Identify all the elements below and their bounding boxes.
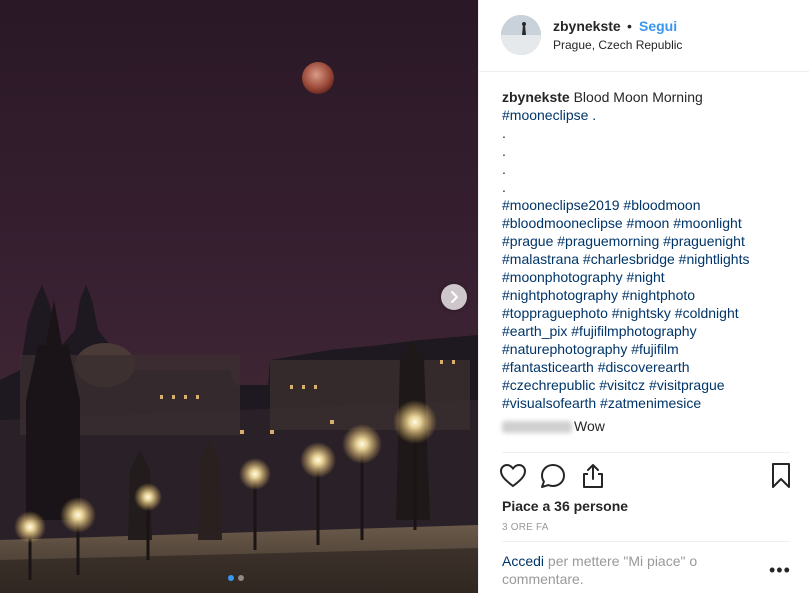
likes-count[interactable]: Piace a 36 persone bbox=[502, 498, 628, 514]
post-location[interactable]: Prague, Czech Republic bbox=[553, 38, 682, 52]
hashtag-line[interactable]: #visualsofearth #zatmenimesice bbox=[502, 394, 802, 412]
blood-moon-prague-image bbox=[0, 0, 478, 593]
post-caption: zbynekste Blood Moon Morning #mooneclips… bbox=[502, 88, 802, 412]
caption-line: . bbox=[502, 161, 506, 177]
caption-line: . bbox=[502, 143, 506, 159]
carousel-indicator bbox=[228, 575, 244, 581]
carousel-dot-active bbox=[228, 575, 234, 581]
chevron-right-icon bbox=[451, 291, 458, 303]
hashtag-line[interactable]: #czechrepublic #visitcz #visitprague bbox=[502, 376, 802, 394]
like-button[interactable] bbox=[499, 462, 527, 490]
login-prompt: Accedi per mettere "Mi piace" o commenta… bbox=[502, 552, 752, 588]
comment: Wow bbox=[502, 418, 605, 434]
hashtag-line[interactable]: #moonphotography #night bbox=[502, 268, 802, 286]
share-icon bbox=[583, 464, 603, 488]
comment-button[interactable] bbox=[539, 462, 567, 490]
login-link[interactable]: Accedi bbox=[502, 553, 544, 569]
caption-line: . bbox=[502, 125, 506, 141]
caption-username[interactable]: zbynekste bbox=[502, 89, 570, 105]
post-photo[interactable] bbox=[0, 0, 478, 593]
post-username[interactable]: zbynekste bbox=[553, 18, 621, 34]
hashtag-line[interactable]: #fantasticearth #discoverearth bbox=[502, 358, 802, 376]
avatar-image bbox=[501, 15, 541, 55]
share-button[interactable] bbox=[579, 462, 607, 490]
comment-icon bbox=[541, 464, 565, 488]
comment-username-blurred[interactable] bbox=[502, 421, 572, 434]
follow-button[interactable]: Segui bbox=[639, 18, 677, 34]
post-timestamp: 3 ORE FA bbox=[502, 522, 549, 533]
hashtag-line[interactable]: #mooneclipse2019 #bloodmoon bbox=[502, 196, 802, 214]
hashtag-line[interactable]: #earth_pix #fujifilmphotography bbox=[502, 322, 802, 340]
post-header: zbynekste • Segui Prague, Czech Republic bbox=[479, 0, 809, 72]
avatar[interactable] bbox=[501, 15, 541, 55]
post-sidebar: zbynekste • Segui Prague, Czech Republic… bbox=[478, 0, 809, 593]
action-bar bbox=[499, 462, 792, 490]
heart-icon bbox=[499, 463, 527, 488]
more-options-button[interactable]: ••• bbox=[769, 560, 791, 581]
separator-bullet: • bbox=[627, 18, 632, 34]
hashtag-line[interactable]: #naturephotography #fujifilm bbox=[502, 340, 802, 358]
divider bbox=[502, 541, 790, 542]
save-button[interactable] bbox=[767, 462, 795, 490]
carousel-dot bbox=[238, 575, 244, 581]
caption-text: Blood Moon Morning bbox=[569, 89, 703, 105]
hashtag-line[interactable]: #prague #praguemorning #praguenight bbox=[502, 232, 802, 250]
hashtag-line[interactable]: #toppraguephoto #nightsky #coldnight bbox=[502, 304, 802, 322]
bookmark-icon bbox=[772, 463, 790, 488]
next-photo-button[interactable] bbox=[441, 284, 467, 310]
comment-text: Wow bbox=[574, 418, 605, 434]
caption-line[interactable]: #mooneclipse . bbox=[502, 106, 802, 124]
hashtag-line[interactable]: #malastrana #charlesbridge #nightlights bbox=[502, 250, 802, 268]
caption-line: . bbox=[502, 179, 506, 195]
hashtag-line[interactable]: #nightphotography #nightphoto bbox=[502, 286, 802, 304]
divider bbox=[502, 452, 790, 453]
hashtag-line[interactable]: #bloodmooneclipse #moon #moonlight bbox=[502, 214, 802, 232]
